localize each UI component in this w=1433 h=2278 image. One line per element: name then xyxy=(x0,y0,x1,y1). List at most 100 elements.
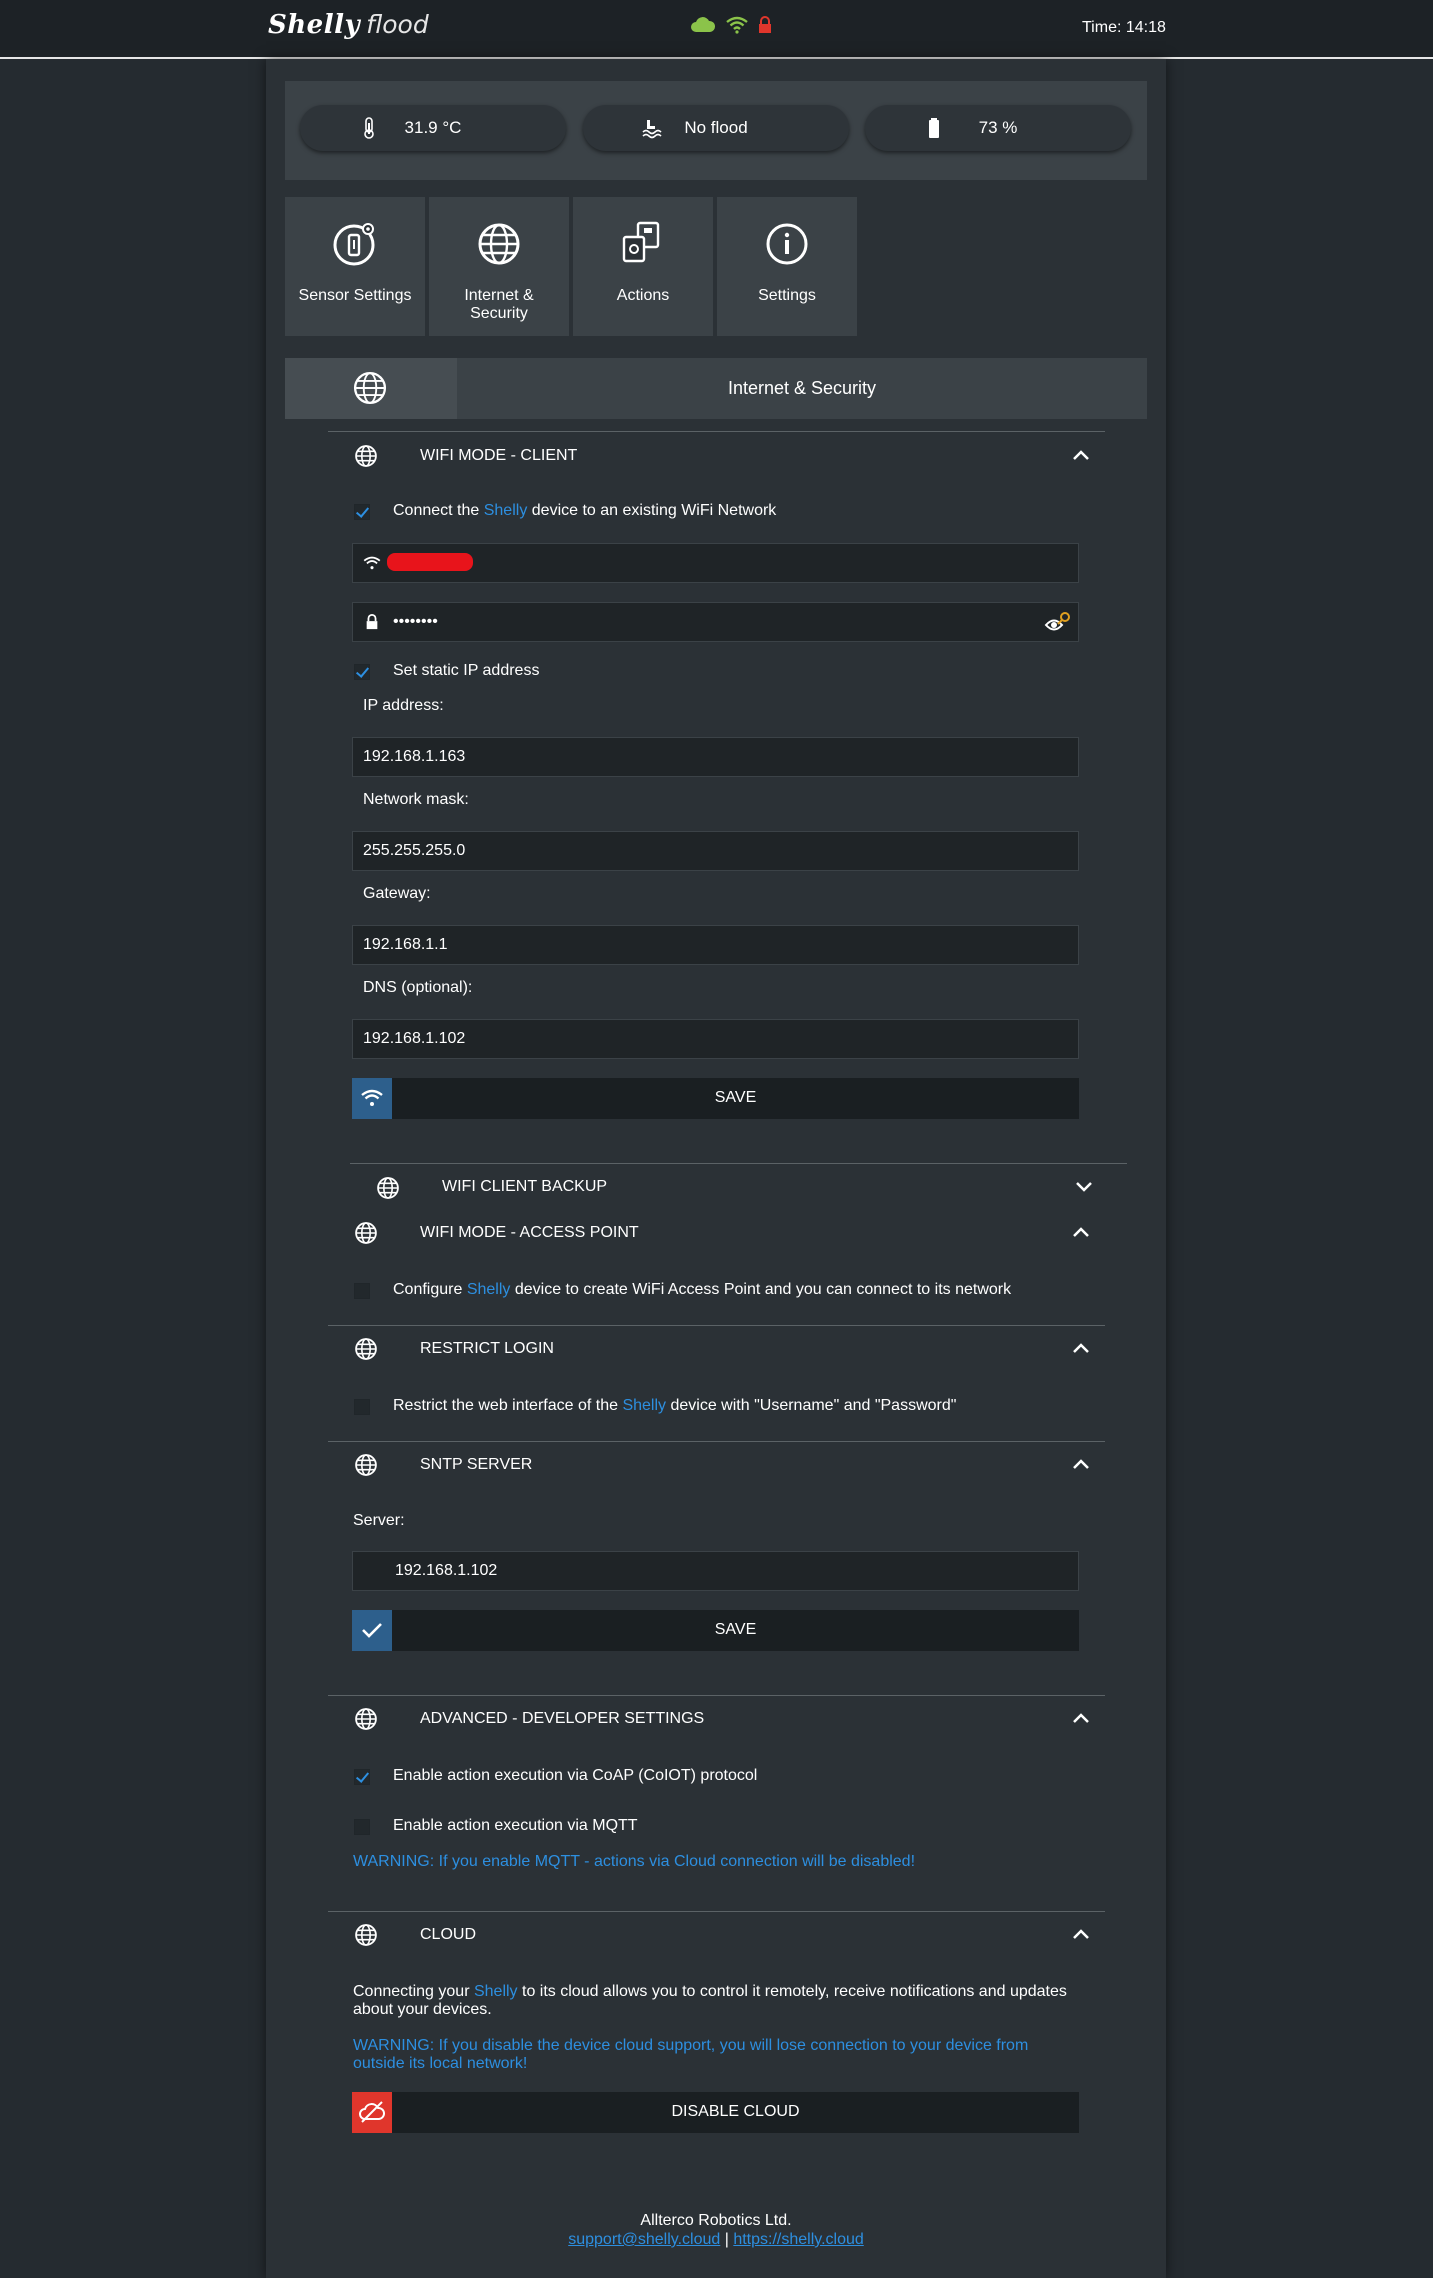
actions-icon xyxy=(620,221,666,267)
divider xyxy=(328,1325,1105,1326)
globe-icon xyxy=(377,1177,399,1199)
shelly-flood-logo: Shelly flood xyxy=(268,10,429,46)
top-bar: Shelly flood Time: 14:18 xyxy=(0,0,1433,59)
chevron-up-icon[interactable] xyxy=(1072,1342,1090,1354)
save-label: SAVE xyxy=(714,1089,757,1106)
flood-pill: No flood xyxy=(583,105,849,151)
restrict-login-label: Restrict the web interface of the Shelly… xyxy=(393,1397,957,1414)
mqtt-label: Enable action execution via MQTT xyxy=(393,1817,638,1834)
sntp-title[interactable]: SNTP SERVER xyxy=(420,1456,532,1474)
page-title: Internet & Security xyxy=(727,378,877,398)
lock-icon xyxy=(366,614,378,630)
disable-cloud-label: DISABLE CLOUD xyxy=(671,2103,800,2120)
network-mask-input[interactable]: 255.255.255.0 xyxy=(352,831,1079,871)
tile-label: Settings xyxy=(758,287,816,304)
cloud-icon xyxy=(690,17,716,38)
sntp-server-input[interactable]: 192.168.1.102 xyxy=(352,1551,1079,1591)
section-icon-box xyxy=(285,358,457,419)
lock-icon xyxy=(758,16,772,39)
status-icons xyxy=(690,16,772,39)
globe-icon xyxy=(355,445,377,467)
temperature-value: 31.9 °C xyxy=(404,118,462,137)
cloud-off-icon xyxy=(352,2092,392,2133)
chevron-up-icon[interactable] xyxy=(1072,449,1090,461)
chevron-up-icon[interactable] xyxy=(1072,1458,1090,1470)
chevron-up-icon[interactable] xyxy=(1072,1712,1090,1724)
tile-settings[interactable]: Settings xyxy=(717,197,857,336)
footer-company: Allterco Robotics Ltd. xyxy=(640,2212,792,2229)
battery-value: 73 % xyxy=(978,118,1018,137)
website-link[interactable]: https://shelly.cloud xyxy=(733,2231,863,2248)
gateway-input[interactable]: 192.168.1.1 xyxy=(352,925,1079,965)
support-email-link[interactable]: support@shelly.cloud xyxy=(568,2231,720,2248)
restrict-login-checkbox[interactable] xyxy=(354,1399,370,1415)
globe-icon xyxy=(355,1708,377,1730)
tile-label: Sensor Settings xyxy=(298,287,412,304)
chevron-down-icon[interactable] xyxy=(1075,1181,1093,1193)
tile-internet-security[interactable]: Internet & Security xyxy=(429,197,569,336)
coap-label: Enable action execution via CoAP (CoIOT)… xyxy=(393,1767,758,1784)
checkmark-icon xyxy=(352,1610,392,1651)
static-ip-checkbox[interactable] xyxy=(354,664,370,680)
section-header: Internet & Security xyxy=(285,358,1147,419)
save-label: SAVE xyxy=(714,1621,757,1638)
chevron-up-icon[interactable] xyxy=(1072,1226,1090,1238)
show-password-icon[interactable] xyxy=(1044,610,1072,636)
wifi-client-save-button[interactable]: SAVE xyxy=(352,1078,1079,1119)
password-input[interactable]: •••••••• xyxy=(352,602,1079,642)
wifi-icon xyxy=(363,556,381,570)
sensor-settings-icon xyxy=(332,221,378,267)
ip-address-input[interactable]: 192.168.1.163 xyxy=(352,737,1079,777)
ip-address-label: IP address: xyxy=(363,697,444,714)
divider xyxy=(328,1441,1105,1442)
tile-sensor-settings[interactable]: Sensor Settings xyxy=(285,197,425,336)
mqtt-warning: WARNING: If you enable MQTT - actions vi… xyxy=(353,1853,916,1870)
globe-icon xyxy=(355,1924,377,1946)
temperature-pill: 31.9 °C xyxy=(300,105,566,151)
sntp-save-button[interactable]: SAVE xyxy=(352,1610,1079,1651)
battery-pill: 73 % xyxy=(865,105,1131,151)
connect-wifi-checkbox[interactable] xyxy=(354,504,370,520)
wifi-client-title[interactable]: WIFI MODE - CLIENT xyxy=(420,447,577,465)
globe-icon xyxy=(353,371,387,405)
advanced-title[interactable]: ADVANCED - DEVELOPER SETTINGS xyxy=(420,1710,704,1728)
logo-product: flood xyxy=(366,10,429,39)
footer-separator: | xyxy=(724,2231,729,2248)
dns-label: DNS (optional): xyxy=(363,979,473,996)
divider xyxy=(328,1911,1105,1912)
main-panel: 31.9 °C No flood 73 % Sensor Settings In… xyxy=(266,59,1166,2278)
static-ip-label: Set static IP address xyxy=(393,662,540,679)
globe-icon xyxy=(355,1338,377,1360)
globe-icon xyxy=(476,221,522,267)
divider xyxy=(328,1695,1105,1696)
disable-cloud-button[interactable]: DISABLE CLOUD xyxy=(352,2092,1079,2133)
mqtt-checkbox[interactable] xyxy=(354,1819,370,1835)
tile-label: Actions xyxy=(616,287,670,304)
wifi-backup-title[interactable]: WIFI CLIENT BACKUP xyxy=(442,1178,607,1196)
wifi-icon xyxy=(352,1078,392,1119)
tile-actions[interactable]: Actions xyxy=(573,197,713,336)
wifi-ap-checkbox[interactable] xyxy=(354,1283,370,1299)
time-display: Time: 14:18 xyxy=(1082,19,1166,36)
sntp-server-label: Server: xyxy=(353,1512,405,1529)
globe-icon xyxy=(355,1454,377,1476)
redacted-ssid xyxy=(387,553,473,571)
cloud-warning: WARNING: If you disable the device cloud… xyxy=(353,2037,1029,2072)
divider xyxy=(350,1163,1127,1164)
logo-brand: Shelly xyxy=(268,10,361,40)
flood-value: No flood xyxy=(684,118,748,137)
sensor-bar: 31.9 °C No flood 73 % xyxy=(285,81,1147,180)
restrict-login-title[interactable]: RESTRICT LOGIN xyxy=(420,1340,554,1358)
wifi-ap-title[interactable]: WIFI MODE - ACCESS POINT xyxy=(420,1224,639,1242)
ssid-input[interactable] xyxy=(352,543,1079,583)
chevron-up-icon[interactable] xyxy=(1072,1928,1090,1940)
wifi-ap-label: Configure Shelly device to create WiFi A… xyxy=(393,1281,1012,1298)
cloud-description: Connecting your Shelly to its cloud allo… xyxy=(353,1983,1067,2018)
gateway-label: Gateway: xyxy=(363,885,431,902)
cloud-title[interactable]: CLOUD xyxy=(420,1926,476,1944)
footer-links: support@shelly.cloud | https://shelly.cl… xyxy=(266,2231,1166,2249)
password-value: •••••••• xyxy=(393,613,438,630)
divider xyxy=(328,431,1105,432)
coap-checkbox[interactable] xyxy=(354,1769,370,1785)
dns-input[interactable]: 192.168.1.102 xyxy=(352,1019,1079,1059)
